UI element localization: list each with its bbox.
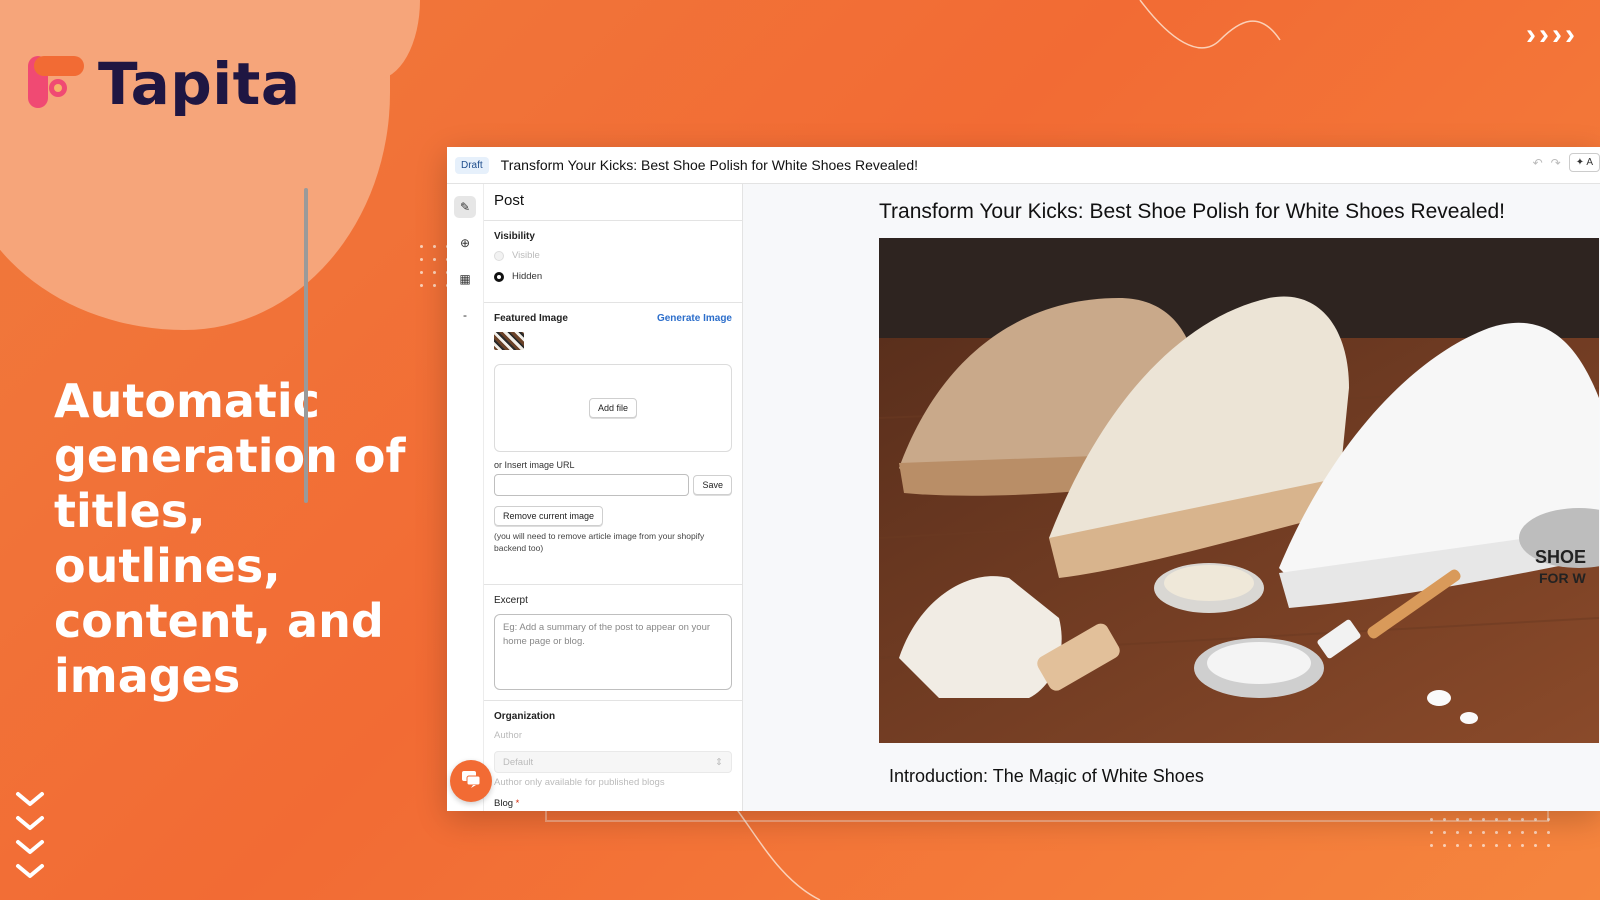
- excerpt-label: Excerpt: [494, 595, 528, 606]
- panel-scrollbar[interactable]: [304, 188, 308, 503]
- decorative-dots-bottom: [1430, 818, 1550, 847]
- visibility-label: Visibility: [494, 231, 535, 242]
- editor-window: Draft Transform Your Kicks: Best Shoe Po…: [447, 147, 1600, 811]
- ai-button-label: A: [1586, 157, 1593, 168]
- marketing-headline: Automatic generation of titles, outlines…: [54, 374, 406, 703]
- status-badge: Draft: [455, 156, 489, 174]
- edit-icon[interactable]: ✎: [454, 196, 476, 218]
- author-select[interactable]: Default ⇕: [494, 751, 732, 773]
- blog-label: Blog: [494, 798, 514, 809]
- shoe-illustration: SHOE FOR W: [879, 238, 1599, 743]
- editor-sidebar-rail: ✎ ⊕ ▦ -: [447, 184, 484, 811]
- author-select-value: Default: [503, 756, 534, 768]
- visible-option-label: Visible: [512, 250, 540, 261]
- save-url-button[interactable]: Save: [693, 475, 732, 495]
- article-title[interactable]: Transform Your Kicks: Best Shoe Polish f…: [879, 200, 1505, 224]
- radio-visible[interactable]: [494, 250, 504, 261]
- tin-label-shoe: SHOE: [1535, 547, 1586, 567]
- topbar-tools: ↶ ↷ ✦ A: [1533, 153, 1600, 172]
- visibility-section: Visibility Visible Hidden: [484, 221, 742, 303]
- chevrons-right-icon: ››››: [1526, 18, 1578, 51]
- image-url-input[interactable]: [494, 474, 690, 496]
- table-icon[interactable]: ▦: [454, 268, 476, 290]
- redo-icon[interactable]: ↷: [1551, 156, 1561, 170]
- required-mark: *: [515, 798, 520, 809]
- chevrons-down-icon: [16, 792, 44, 878]
- chat-button[interactable]: [450, 760, 492, 802]
- featured-image-preview[interactable]: SHOE FOR W: [879, 238, 1599, 743]
- add-file-button[interactable]: Add file: [588, 398, 638, 418]
- brand-name: Tapita: [98, 50, 301, 118]
- remove-image-button[interactable]: Remove current image: [494, 506, 604, 526]
- excerpt-textarea[interactable]: Eg: Add a summary of the post to appear …: [494, 614, 732, 690]
- blog-field-label: Blog *: [494, 798, 732, 809]
- remove-image-note: (you will need to remove article image f…: [494, 531, 705, 553]
- select-arrows-icon: ⇕: [715, 756, 723, 768]
- intro-heading[interactable]: Introduction: The Magic of White Shoes: [889, 766, 1204, 784]
- article-preview: Transform Your Kicks: Best Shoe Polish f…: [743, 184, 1600, 811]
- panel-title: Post: [484, 184, 742, 221]
- tin-label-for: FOR W: [1539, 570, 1586, 586]
- tapita-logo-icon: [28, 56, 84, 112]
- visibility-visible-option[interactable]: Visible: [494, 250, 732, 261]
- author-label: Author: [494, 730, 522, 741]
- image-url-label: or Insert image URL: [494, 460, 575, 470]
- decorative-curve: [1139, 0, 1281, 49]
- hidden-option-label: Hidden: [512, 271, 543, 282]
- editor-topbar: Draft Transform Your Kicks: Best Shoe Po…: [447, 147, 1600, 184]
- organization-label: Organization: [494, 711, 556, 722]
- featured-image-section: Featured Image Generate Image Add file o…: [484, 303, 742, 585]
- dash-icon[interactable]: -: [454, 304, 476, 326]
- ai-button[interactable]: ✦ A: [1568, 153, 1600, 172]
- undo-icon[interactable]: ↶: [1533, 156, 1543, 170]
- generate-image-link[interactable]: Generate Image: [657, 313, 732, 324]
- author-note: Author only available for published blog…: [494, 777, 665, 788]
- featured-image-label: Featured Image: [494, 313, 568, 324]
- featured-image-thumbnail[interactable]: [494, 332, 524, 350]
- chat-icon: [461, 770, 481, 793]
- excerpt-section: Excerpt Eg: Add a summary of the post to…: [484, 585, 742, 701]
- plus-circle-icon[interactable]: ⊕: [454, 232, 476, 254]
- post-settings-panel: Post Visibility Visible Hidden Featured …: [484, 184, 743, 811]
- document-title: Transform Your Kicks: Best Shoe Polish f…: [500, 157, 919, 173]
- organization-section: Organization Author Default ⇕ Author onl…: [484, 701, 742, 811]
- decorative-dots: [420, 245, 449, 287]
- visibility-hidden-option[interactable]: Hidden: [494, 271, 732, 282]
- brand-logo: Tapita: [28, 50, 301, 118]
- radio-hidden[interactable]: [494, 271, 504, 282]
- sparkle-icon: ✦: [1575, 157, 1585, 168]
- image-dropzone[interactable]: Add file: [494, 364, 732, 452]
